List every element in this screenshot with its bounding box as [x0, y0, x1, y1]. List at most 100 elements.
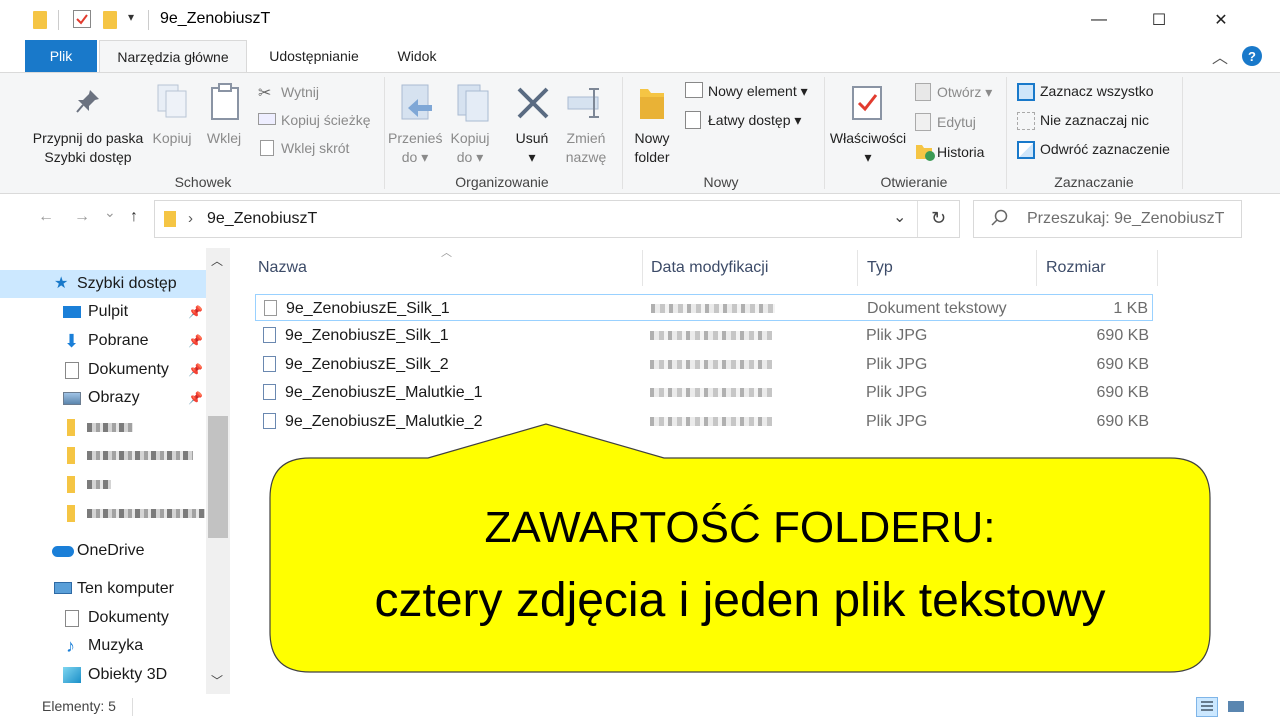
nav-scrollbar-thumb[interactable] — [208, 416, 228, 538]
tab-file[interactable]: Plik — [25, 40, 97, 72]
delete-icon — [515, 85, 551, 124]
paste-button[interactable]: Wklej — [202, 129, 246, 148]
search-box[interactable]: Przeszukaj: 9e_ZenobiuszT — [973, 200, 1242, 238]
column-divider[interactable] — [1157, 250, 1158, 286]
file-name: 9e_ZenobiuszE_Malutkie_1 — [285, 384, 483, 401]
copy-to-button[interactable]: Kopiuj do ▾ — [446, 129, 494, 167]
nav-item-onedrive[interactable]: OneDrive — [0, 537, 206, 565]
collapse-ribbon-icon[interactable]: ︿ — [1212, 44, 1228, 68]
new-folder-button[interactable]: Nowy folder — [628, 129, 676, 167]
folder-icon — [67, 505, 75, 522]
new-folder-line1: Nowy — [634, 130, 670, 146]
history-button[interactable]: Historia — [937, 144, 984, 160]
file-name: 9e_ZenobiuszE_Silk_2 — [285, 356, 449, 373]
rename-button[interactable]: Zmień nazwę — [560, 129, 612, 167]
properties-quick-icon[interactable] — [73, 10, 91, 28]
minimize-button[interactable]: — — [1076, 0, 1122, 40]
file-row[interactable]: 9e_ZenobiuszE_Malutkie_2 Plik JPG 690 KB — [255, 408, 1153, 435]
edit-button[interactable]: Edytuj — [937, 114, 976, 130]
delete-button[interactable]: Usuń ▾ — [510, 129, 554, 167]
column-header-name[interactable]: Nazwa — [258, 250, 307, 286]
properties-button[interactable]: Właściwości ▾ — [828, 129, 908, 167]
pin-icon[interactable]: 📌 — [188, 298, 203, 326]
copy-path-button[interactable]: Kopiuj ścieżkę — [281, 112, 371, 128]
nav-item-downloads[interactable]: ⬇ Pobrane 📌 — [0, 327, 206, 355]
help-icon[interactable]: ? — [1242, 46, 1262, 66]
scroll-down-icon[interactable]: ﹀ — [211, 672, 223, 689]
nav-item-label: Dokumenty — [88, 609, 169, 626]
nav-item-desktop[interactable]: Pulpit 📌 — [0, 298, 206, 326]
divider — [58, 10, 59, 30]
nav-item-pictures[interactable]: Obrazy 📌 — [0, 384, 206, 412]
tab-share[interactable]: Udostępnianie — [257, 40, 371, 72]
callout-subtitle: cztery zdjęcia i jeden plik tekstowy — [374, 574, 1106, 627]
tab-home[interactable]: Narzędzia główne — [99, 40, 247, 73]
customize-quick-access-icon[interactable]: ▾ — [128, 10, 134, 24]
recent-locations-button[interactable]: ⌄ — [104, 204, 116, 221]
pin-icon[interactable]: 📌 — [188, 327, 203, 355]
pin-icon[interactable]: 📌 — [188, 356, 203, 384]
text-file-icon — [264, 300, 277, 316]
new-item-button[interactable]: Nowy element ▾ — [708, 83, 808, 100]
address-bar[interactable]: › 9e_ZenobiuszT ⌄ ↻ — [154, 200, 960, 238]
pin-to-quick-access-button[interactable]: Przypnij do paska Szybki dostęp — [30, 129, 146, 167]
nav-item-this-pc[interactable]: Ten komputer — [0, 575, 206, 603]
nav-item-pinned-folder[interactable] — [0, 470, 206, 498]
column-divider[interactable] — [642, 250, 643, 286]
redacted-label — [87, 423, 133, 432]
file-row[interactable]: 9e_ZenobiuszE_Silk_1 Dokument tekstowy 1… — [255, 294, 1153, 321]
nav-item-music[interactable]: ♪ Muzyka — [0, 632, 206, 660]
nav-item-pinned-folder[interactable] — [0, 413, 206, 441]
ribbon-separator — [1182, 77, 1183, 189]
large-icons-view-icon[interactable] — [1226, 697, 1246, 717]
desktop-icon — [63, 306, 81, 318]
close-button[interactable]: ✕ — [1198, 0, 1244, 40]
tab-view[interactable]: Widok — [385, 40, 449, 72]
cube-icon — [63, 667, 81, 683]
nav-item-pinned-folder[interactable] — [0, 441, 206, 469]
open-button[interactable]: Otwórz ▾ — [937, 84, 992, 101]
column-divider[interactable] — [857, 250, 858, 286]
invert-selection-button[interactable]: Odwróć zaznaczenie — [1040, 141, 1170, 157]
group-label-new: Nowy — [703, 174, 739, 190]
breadcrumb-folder[interactable]: 9e_ZenobiuszT — [207, 210, 317, 228]
column-header-size[interactable]: Rozmiar — [1046, 250, 1106, 286]
nav-item-documents[interactable]: Dokumenty 📌 — [0, 356, 206, 384]
new-folder-quick-icon[interactable] — [103, 11, 117, 29]
pin-icon[interactable]: 📌 — [188, 384, 203, 412]
nav-item-quick-access[interactable]: ★ Szybki dostęp — [0, 270, 206, 298]
up-button[interactable]: ↑ — [130, 208, 138, 226]
copy-button[interactable]: Kopiuj — [148, 129, 196, 148]
file-row[interactable]: 9e_ZenobiuszE_Silk_1 Plik JPG 690 KB — [255, 322, 1153, 349]
nav-item-3d-objects[interactable]: Obiekty 3D — [0, 661, 206, 689]
scroll-up-icon[interactable]: ︿ — [211, 252, 223, 269]
column-header-date[interactable]: Data modyfikacji — [651, 250, 768, 286]
file-row[interactable]: 9e_ZenobiuszE_Malutkie_1 Plik JPG 690 KB — [255, 379, 1153, 406]
breadcrumb-separator[interactable]: › — [188, 210, 193, 227]
nav-item-pinned-folder[interactable] — [0, 499, 206, 527]
nav-item-label: Pulpit — [88, 303, 129, 320]
file-type: Plik JPG — [866, 413, 928, 430]
easy-access-button[interactable]: Łatwy dostęp ▾ — [708, 112, 801, 129]
move-to-button[interactable]: Przenieś do ▾ — [388, 129, 442, 167]
back-button[interactable]: ← — [38, 208, 54, 226]
file-date-redacted — [650, 331, 772, 340]
nav-item-pc-documents[interactable]: Dokumenty — [0, 604, 206, 632]
column-divider[interactable] — [1036, 250, 1037, 286]
file-row[interactable]: 9e_ZenobiuszE_Silk_2 Plik JPG 690 KB — [255, 351, 1153, 378]
forward-button[interactable]: → — [74, 208, 90, 226]
image-file-icon — [263, 327, 276, 343]
select-none-button[interactable]: Nie zaznaczaj nic — [1040, 112, 1149, 128]
file-name: 9e_ZenobiuszE_Silk_1 — [286, 300, 450, 317]
maximize-button[interactable]: ☐ — [1136, 0, 1182, 40]
column-header-type[interactable]: Typ — [867, 250, 893, 286]
ribbon-separator — [1006, 77, 1007, 189]
details-view-icon[interactable] — [1196, 697, 1218, 717]
document-icon — [65, 362, 79, 379]
paste-shortcut-button[interactable]: Wklej skrót — [281, 140, 349, 156]
select-all-button[interactable]: Zaznacz wszystko — [1040, 83, 1154, 99]
cut-button[interactable]: Wytnij — [281, 84, 319, 100]
folder-icon — [67, 447, 75, 464]
address-dropdown-button[interactable]: ⌄ — [893, 207, 906, 227]
refresh-button[interactable]: ↻ — [931, 208, 946, 229]
